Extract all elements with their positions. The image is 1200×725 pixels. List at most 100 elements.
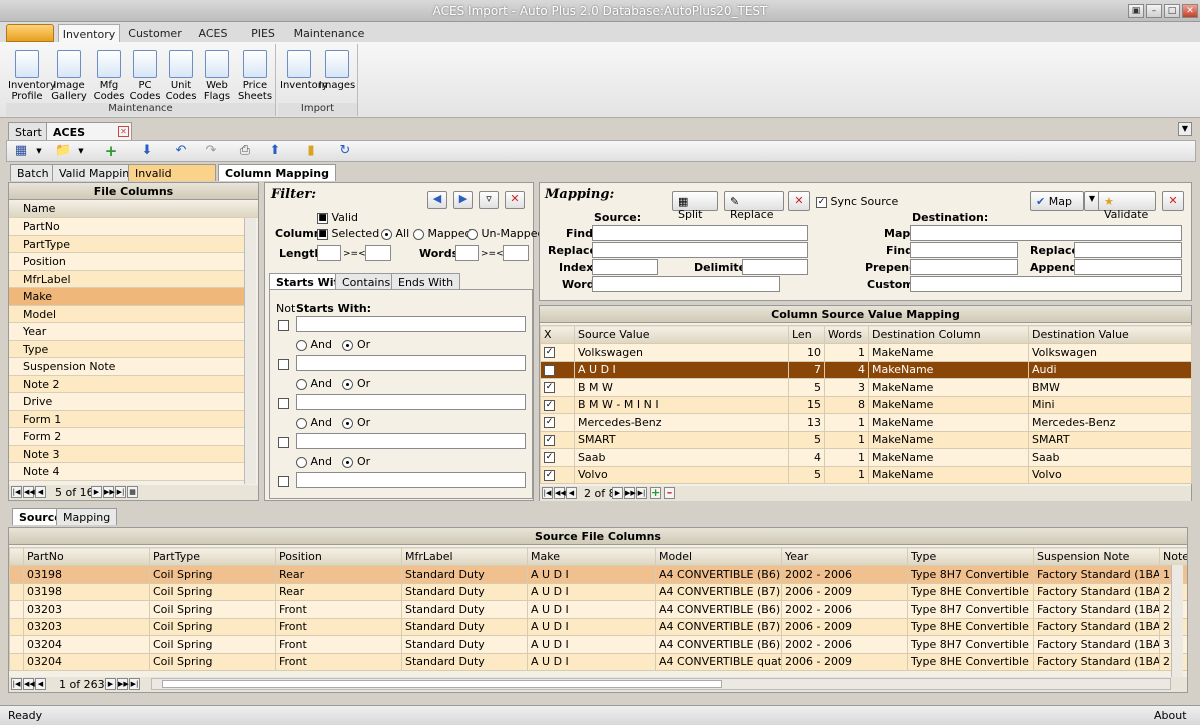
ribbon-tab-aces[interactable]: ACES	[190, 24, 236, 42]
arrow-up-icon[interactable]: ⬆	[267, 143, 283, 159]
tab-mapping[interactable]: Mapping	[56, 508, 118, 525]
close-icon[interactable]: ✕	[1182, 4, 1198, 18]
file-column-item[interactable]: Year	[9, 323, 244, 341]
open-folder-icon[interactable]: 📁	[55, 143, 71, 159]
source-find-input[interactable]	[592, 225, 808, 241]
scroll-thumb[interactable]	[162, 680, 722, 688]
sfc-column-header[interactable]: Suspension Note	[1033, 547, 1160, 566]
save-icon[interactable]: ▦	[13, 143, 29, 159]
next-page-button[interactable]: ▶▶	[103, 486, 115, 498]
image-gallery-button[interactable]: Image Gallery	[50, 50, 88, 102]
last-record-button[interactable]: ▶|	[115, 486, 126, 498]
sfc-column-header[interactable]: Year	[781, 547, 908, 566]
save-layout-button[interactable]: ▦	[127, 486, 138, 498]
table-row[interactable]: 03198 Coil Spring Rear Standard Duty A U D I…	[9, 565, 1187, 584]
price-sheets-button[interactable]: Price Sheets	[236, 50, 274, 102]
book-icon[interactable]: ▮	[303, 143, 319, 159]
pc-codes-button[interactable]: PC Codes	[126, 50, 164, 102]
file-column-item[interactable]: Note 2	[9, 375, 244, 393]
ribbon-tab-pies[interactable]: PIES	[240, 24, 286, 42]
sfc-column-header[interactable]: PartType	[149, 547, 276, 566]
about-link[interactable]: About	[1154, 709, 1187, 722]
file-column-item[interactable]: Model	[9, 305, 244, 323]
arrow-down-icon[interactable]: ⬇	[139, 143, 155, 159]
mapped-checkbox-cell[interactable]: ✓	[540, 465, 575, 484]
open-dropdown-icon[interactable]: ▼	[73, 143, 89, 159]
last-record-button[interactable]: ▶|	[636, 487, 647, 499]
redo-icon[interactable]: ↷	[203, 143, 219, 159]
filter-prev-icon[interactable]: ◀	[427, 191, 447, 209]
minimize-icon[interactable]: –	[1146, 4, 1162, 18]
table-row[interactable]: 03203 Coil Spring Front Standard Duty A U D …	[9, 617, 1187, 636]
sfc-column-header[interactable]: MfrLabel	[401, 547, 528, 566]
next-record-button[interactable]: ▶	[612, 487, 623, 499]
radio-icon[interactable]	[342, 339, 354, 351]
tab-invalid-mapping[interactable]: Invalid Mapping	[128, 164, 216, 193]
first-record-button[interactable]: |◀	[11, 678, 22, 690]
not-checkbox[interactable]	[278, 359, 289, 370]
restore-icon[interactable]: ▣	[1128, 4, 1144, 18]
csvm-column-header[interactable]: Destination Value	[1028, 325, 1192, 344]
radio-icon[interactable]	[342, 417, 354, 429]
remove-record-icon[interactable]: –	[664, 487, 675, 499]
first-record-button[interactable]: |◀	[11, 486, 22, 498]
index-input[interactable]	[592, 259, 658, 275]
file-column-item[interactable]: Form 1	[9, 410, 244, 428]
file-column-item[interactable]: Type	[9, 340, 244, 358]
sfc-column-header[interactable]: Make	[527, 547, 656, 566]
tab-column-mapping[interactable]: Column Mapping	[218, 164, 336, 181]
length-max-input[interactable]	[365, 245, 391, 261]
file-column-item[interactable]: Note 4	[9, 463, 244, 481]
prev-page-button[interactable]: ◀◀	[554, 487, 566, 499]
table-row[interactable]: ✓ Volkswagen 10 1 MakeName Volkswagen	[540, 343, 1192, 362]
csvm-column-header[interactable]: Words	[824, 325, 869, 344]
tab-batch[interactable]: Batch	[10, 164, 56, 181]
file-column-item[interactable]: Form 2	[9, 428, 244, 446]
not-checkbox[interactable]	[278, 476, 289, 487]
mapped-radio[interactable]: Mapped	[413, 227, 471, 240]
file-column-item[interactable]: Note 3	[9, 445, 244, 463]
csvm-column-header[interactable]: Source Value	[574, 325, 789, 344]
radio-icon[interactable]	[296, 378, 307, 390]
prev-record-button[interactable]: ◀	[35, 678, 46, 690]
starts-with-input[interactable]	[296, 394, 526, 410]
prev-page-button[interactable]: ◀◀	[23, 486, 35, 498]
prepend-input[interactable]	[910, 259, 1018, 275]
import-inventory-button[interactable]: Inventory	[280, 50, 328, 91]
replace-button[interactable]: ✎ Replace	[724, 191, 784, 221]
prev-page-button[interactable]: ◀◀	[23, 678, 35, 690]
maximize-icon[interactable]: □	[1164, 4, 1180, 18]
mapped-checkbox-cell[interactable]: ✓	[540, 448, 575, 467]
mapped-checkbox-cell[interactable]: ✓	[540, 430, 575, 449]
close-tab-icon[interactable]: ✕	[118, 126, 129, 137]
file-columns-scrollbar[interactable]	[244, 218, 256, 484]
print-icon[interactable]: ⎙	[237, 143, 253, 159]
next-page-button[interactable]: ▶▶	[624, 487, 636, 499]
mfg-codes-button[interactable]: Mfg Codes	[90, 50, 128, 102]
ribbon-tab-customer[interactable]: Customer	[124, 24, 186, 42]
undo-icon[interactable]: ↶	[173, 143, 189, 159]
csvm-column-header[interactable]: Len	[788, 325, 825, 344]
table-row[interactable]: ✓ Mercedes-Benz 13 1 MakeName Mercedes-Benz	[540, 413, 1192, 432]
table-row[interactable]: ✓ Saab 4 1 MakeName Saab	[540, 448, 1192, 467]
filter-funnel-icon[interactable]: ▿	[479, 191, 499, 209]
radio-icon[interactable]	[296, 339, 307, 351]
table-row[interactable]: 03203 Coil Spring Front Standard Duty A U D …	[9, 600, 1187, 619]
sfc-column-header[interactable]: Position	[275, 547, 402, 566]
next-record-button[interactable]: ▶	[91, 486, 102, 498]
tab-start[interactable]: Start	[8, 122, 49, 140]
import-images-button[interactable]: Images	[318, 50, 356, 91]
mapped-checkbox-cell[interactable]: ✓	[540, 395, 575, 414]
word-select[interactable]	[592, 276, 780, 292]
radio-icon[interactable]	[296, 456, 307, 468]
file-column-item[interactable]: Position	[9, 253, 244, 271]
csvm-column-header[interactable]: X	[540, 325, 575, 344]
last-record-button[interactable]: ▶|	[129, 678, 140, 690]
table-row[interactable]: 03204 Coil Spring Front Standard Duty A U D …	[9, 635, 1187, 654]
tab-ends-with[interactable]: Ends With	[391, 273, 461, 290]
next-page-button[interactable]: ▶▶	[117, 678, 129, 690]
file-columns-header[interactable]: Name	[9, 200, 258, 218]
sfc-column-header[interactable]: Note 2	[1159, 547, 1187, 566]
save-dropdown-icon[interactable]: ▼	[31, 143, 47, 159]
delimiter-input[interactable]	[742, 259, 808, 275]
